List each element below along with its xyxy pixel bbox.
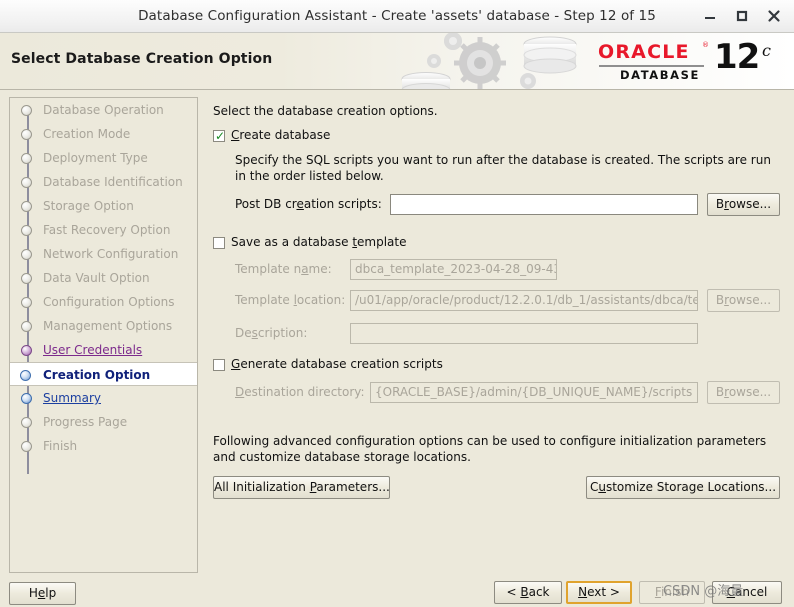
step-bullet-icon — [21, 177, 32, 188]
browse-template-location-button[interactable]: Browse... — [707, 289, 780, 312]
create-database-description: Specify the SQL scripts you want to run … — [235, 153, 771, 183]
all-initialization-parameters-button[interactable]: All Initialization Parameters... — [213, 476, 390, 499]
destination-directory-label: Destination directory: — [235, 385, 365, 399]
sidebar-item-label: Creation Option — [43, 368, 151, 382]
sidebar-item-data-vault-option[interactable]: Data Vault Option — [10, 266, 197, 290]
sidebar-item-label: Finish — [43, 439, 78, 453]
step-bullet-icon — [21, 129, 32, 140]
sidebar-item-label: Progress Page — [43, 415, 128, 429]
save-template-checkbox[interactable] — [213, 237, 225, 249]
sidebar-item-label: Management Options — [43, 319, 173, 333]
version-number: 12 — [714, 37, 760, 77]
sidebar-item-label: Storage Option — [43, 199, 134, 213]
header-banner: Select Database Creation Option ORACLE ®… — [0, 33, 794, 90]
step-bullet-icon — [21, 393, 32, 404]
step-bullet-icon — [21, 417, 32, 428]
maximize-icon[interactable] — [732, 6, 752, 26]
sidebar-item-label: Fast Recovery Option — [43, 223, 171, 237]
create-database-checkbox[interactable]: ✓ — [213, 129, 226, 143]
oracle-database-12c-logo: ORACLE ® DATABASE 12 c — [598, 37, 784, 85]
post-db-scripts-input[interactable] — [390, 194, 698, 215]
sidebar-item-label: Network Configuration — [43, 247, 179, 261]
oracle-wordmark: ORACLE — [598, 41, 690, 63]
step-bullet-icon — [20, 370, 31, 381]
sidebar-item-label: User Credentials — [43, 343, 143, 357]
step-bullet-icon — [21, 321, 32, 332]
dialog-footer: Help < Back Next > Finish Cancel — [0, 573, 794, 607]
version-suffix: c — [762, 41, 771, 60]
post-db-scripts-label: Post DB creation scripts: — [235, 197, 382, 211]
page-title: Select Database Creation Option — [11, 51, 273, 67]
cancel-button[interactable]: Cancel — [712, 581, 782, 604]
sidebar-item-label: Database Operation — [43, 103, 164, 117]
minimize-icon[interactable] — [700, 6, 720, 26]
create-database-label: Create database — [231, 128, 331, 142]
step-bullet-icon — [21, 225, 32, 236]
sidebar-item-database-identification[interactable]: Database Identification — [10, 170, 197, 194]
close-icon[interactable] — [764, 6, 784, 26]
destination-directory-input[interactable]: {ORACLE_BASE}/admin/{DB_UNIQUE_NAME}/scr… — [370, 382, 698, 403]
template-location-input[interactable]: /u01/app/oracle/product/12.2.0.1/db_1/as… — [350, 290, 698, 311]
sidebar-item-fast-recovery-option[interactable]: Fast Recovery Option — [10, 218, 197, 242]
help-button[interactable]: Help — [9, 582, 76, 605]
browse-post-db-scripts-button[interactable]: Browse... — [707, 193, 780, 216]
sidebar-item-label: Creation Mode — [43, 127, 131, 141]
customize-storage-locations-button[interactable]: Customize Storage Locations... — [586, 476, 780, 499]
sidebar-item-label: Deployment Type — [43, 151, 148, 165]
sidebar-item-summary[interactable]: Summary — [10, 386, 197, 410]
step-bullet-icon — [21, 201, 32, 212]
checkmark-icon: ✓ — [215, 129, 226, 143]
save-template-label: Save as a database template — [231, 235, 407, 249]
gears-database-artwork — [401, 33, 577, 89]
sidebar-item-creation-option[interactable]: Creation Option — [10, 362, 197, 386]
step-bullet-icon — [21, 297, 32, 308]
sidebar-item-network-configuration[interactable]: Network Configuration — [10, 242, 197, 266]
sidebar-item-management-options[interactable]: Management Options — [10, 314, 197, 338]
intro-text: Select the database creation options. — [213, 104, 438, 118]
step-bullet-icon — [21, 273, 32, 284]
sidebar-item-finish[interactable]: Finish — [10, 434, 197, 458]
back-button[interactable]: < Back — [494, 581, 562, 604]
browse-destination-directory-button[interactable]: Browse... — [707, 381, 780, 404]
database-wordmark: DATABASE — [620, 68, 701, 82]
finish-button[interactable]: Finish — [639, 581, 705, 604]
template-location-label: Template location: — [235, 293, 346, 307]
step-bullet-icon — [21, 345, 32, 356]
main-content: Select the database creation options. ✓ … — [207, 97, 787, 573]
advanced-options-description: Following advanced configuration options… — [213, 434, 767, 464]
logo-divider — [599, 65, 704, 67]
window-titlebar: Database Configuration Assistant - Creat… — [0, 0, 794, 33]
step-bullet-icon — [21, 153, 32, 164]
sidebar-item-label: Configuration Options — [43, 295, 175, 309]
trademark-symbol: ® — [702, 41, 709, 49]
sidebar-item-database-operation[interactable]: Database Operation — [10, 98, 197, 122]
sidebar-item-creation-mode[interactable]: Creation Mode — [10, 122, 197, 146]
step-bullet-icon — [21, 249, 32, 260]
sidebar-item-label: Database Identification — [43, 175, 183, 189]
window-title: Database Configuration Assistant - Creat… — [138, 8, 656, 24]
sidebar-item-label: Data Vault Option — [43, 271, 150, 285]
template-description-label: Description: — [235, 326, 308, 340]
template-description-input[interactable] — [350, 323, 698, 344]
template-name-input[interactable]: dbca_template_2023-04-28_09-43-3 — [350, 259, 557, 280]
sidebar-item-progress-page[interactable]: Progress Page — [10, 410, 197, 434]
sidebar-item-configuration-options[interactable]: Configuration Options — [10, 290, 197, 314]
template-name-label: Template name: — [235, 262, 332, 276]
generate-scripts-label: Generate database creation scripts — [231, 357, 443, 371]
step-bullet-icon — [21, 441, 32, 452]
generate-scripts-checkbox[interactable] — [213, 359, 225, 371]
step-bullet-icon — [21, 105, 32, 116]
wizard-step-sidebar: Database Operation Creation Mode Deploym… — [9, 97, 198, 573]
sidebar-item-storage-option[interactable]: Storage Option — [10, 194, 197, 218]
sidebar-item-label: Summary — [43, 391, 101, 405]
sidebar-item-deployment-type[interactable]: Deployment Type — [10, 146, 197, 170]
sidebar-item-user-credentials[interactable]: User Credentials — [10, 338, 197, 362]
next-button[interactable]: Next > — [566, 581, 632, 604]
